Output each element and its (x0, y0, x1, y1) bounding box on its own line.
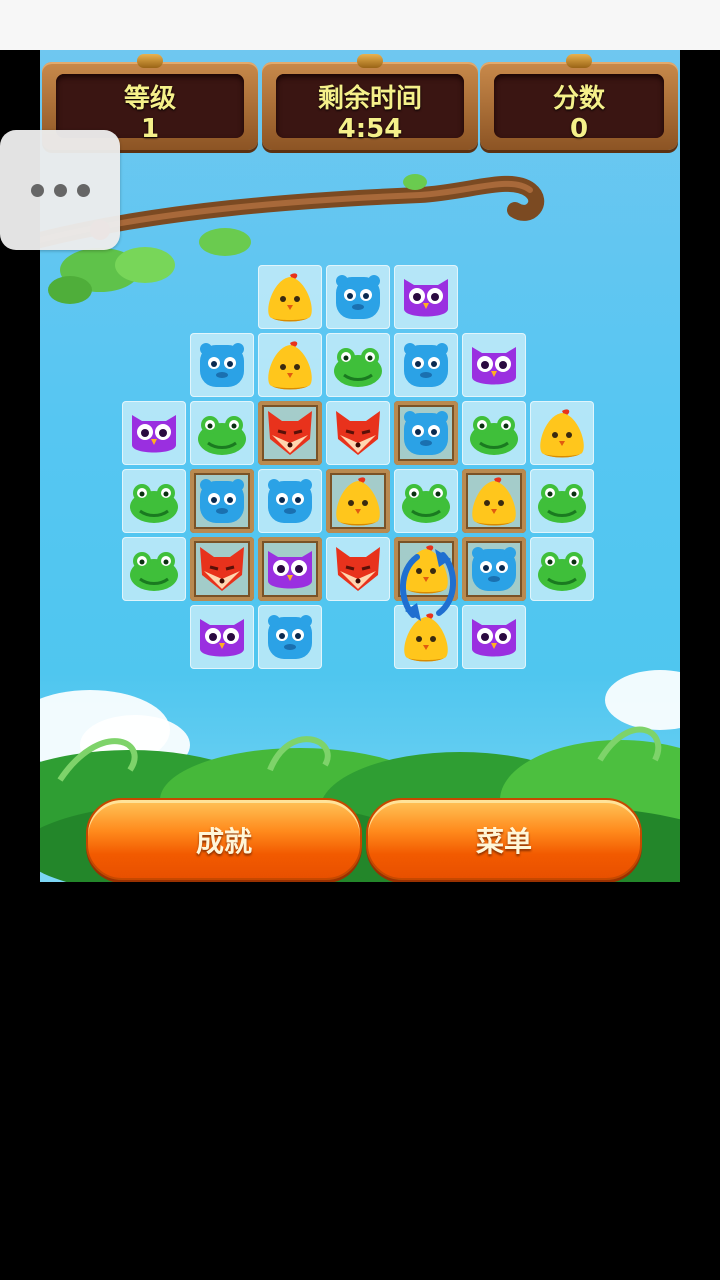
game-canvas[interactable]: 等级 1 剩余时间 4:54 分数 0 成就 菜单 (40, 50, 680, 882)
chick-creature-icon (336, 477, 380, 526)
board-cell[interactable] (326, 401, 390, 465)
blue-creature-icon (336, 275, 380, 319)
score-panel-inner: 分数 0 (494, 74, 664, 144)
board-cell[interactable] (530, 537, 594, 601)
frog-creature-icon (402, 484, 450, 523)
frog-creature-icon (538, 484, 586, 523)
blue-creature-icon (472, 547, 516, 591)
board-cell[interactable] (326, 333, 390, 397)
board-cell[interactable] (394, 401, 458, 465)
frog-creature-icon (470, 416, 518, 455)
board-cell[interactable] (326, 469, 390, 533)
more-dot-icon (31, 184, 44, 197)
blue-creature-icon (268, 479, 312, 523)
level-label: 等级 (123, 84, 176, 114)
level-panel-inner: 等级 1 (56, 74, 244, 144)
board-cell[interactable] (190, 605, 254, 669)
board-cell[interactable] (462, 401, 526, 465)
fox-creature-icon (268, 411, 312, 455)
frog-creature-icon (130, 552, 178, 591)
board-cell[interactable] (122, 401, 186, 465)
more-dot-icon (77, 184, 90, 197)
owl-creature-icon (472, 619, 516, 657)
board-cell[interactable] (462, 469, 526, 533)
board-cell[interactable] (462, 333, 526, 397)
board-cell[interactable] (190, 333, 254, 397)
board-cell[interactable] (394, 333, 458, 397)
fox-creature-icon (200, 547, 244, 591)
owl-creature-icon (200, 619, 244, 657)
panel-rope (357, 54, 383, 68)
system-top-bar (0, 0, 720, 50)
achievements-button[interactable]: 成就 (86, 798, 362, 880)
board-cell[interactable] (258, 401, 322, 465)
fox-creature-icon (336, 411, 380, 455)
panel-rope (137, 54, 163, 68)
fox-creature-icon (336, 547, 380, 591)
board-cell[interactable] (190, 401, 254, 465)
board-cell[interactable] (462, 605, 526, 669)
chick-creature-icon (268, 341, 312, 390)
score-value: 0 (569, 114, 589, 144)
board-cell[interactable] (258, 469, 322, 533)
blue-creature-icon (404, 411, 448, 455)
more-options-button[interactable] (0, 130, 120, 250)
frog-creature-icon (198, 416, 246, 455)
blue-creature-icon (200, 343, 244, 387)
board-cell[interactable] (394, 265, 458, 329)
achievements-button-label: 成就 (195, 825, 252, 858)
blue-creature-icon (268, 615, 312, 659)
owl-creature-icon (472, 347, 516, 385)
board-cell[interactable] (190, 469, 254, 533)
frog-creature-icon (538, 552, 586, 591)
chick-creature-icon (540, 409, 584, 458)
board-cell[interactable] (258, 333, 322, 397)
menu-button-label: 菜单 (475, 825, 532, 858)
frog-creature-icon (130, 484, 178, 523)
time-label: 剩余时间 (317, 84, 422, 114)
time-panel-inner: 剩余时间 4:54 (276, 74, 464, 144)
owl-creature-icon (132, 415, 176, 453)
frog-creature-icon (334, 348, 382, 387)
chick-creature-icon (472, 477, 516, 526)
blue-creature-icon (404, 343, 448, 387)
blue-creature-icon (200, 479, 244, 523)
board-cell[interactable] (326, 537, 390, 601)
more-dot-icon (54, 184, 67, 197)
board-cell[interactable] (326, 265, 390, 329)
owl-creature-icon (404, 279, 448, 317)
menu-button[interactable]: 菜单 (366, 798, 642, 880)
board-cell[interactable] (258, 537, 322, 601)
board-cell[interactable] (190, 537, 254, 601)
owl-creature-icon (268, 551, 312, 589)
board-cell[interactable] (122, 469, 186, 533)
board-cell[interactable] (258, 265, 322, 329)
board-cell[interactable] (530, 469, 594, 533)
board-cell[interactable] (462, 537, 526, 601)
time-panel: 剩余时间 4:54 (262, 54, 478, 150)
time-value: 4:54 (337, 114, 403, 144)
board-cell[interactable] (530, 401, 594, 465)
panel-rope (566, 54, 592, 68)
board-cell[interactable] (122, 537, 186, 601)
chick-creature-icon (268, 273, 312, 322)
swap-hint-icon (399, 549, 457, 621)
score-label: 分数 (552, 84, 605, 114)
board-cell[interactable] (394, 469, 458, 533)
board-cell[interactable] (258, 605, 322, 669)
score-panel: 分数 0 (480, 54, 678, 150)
